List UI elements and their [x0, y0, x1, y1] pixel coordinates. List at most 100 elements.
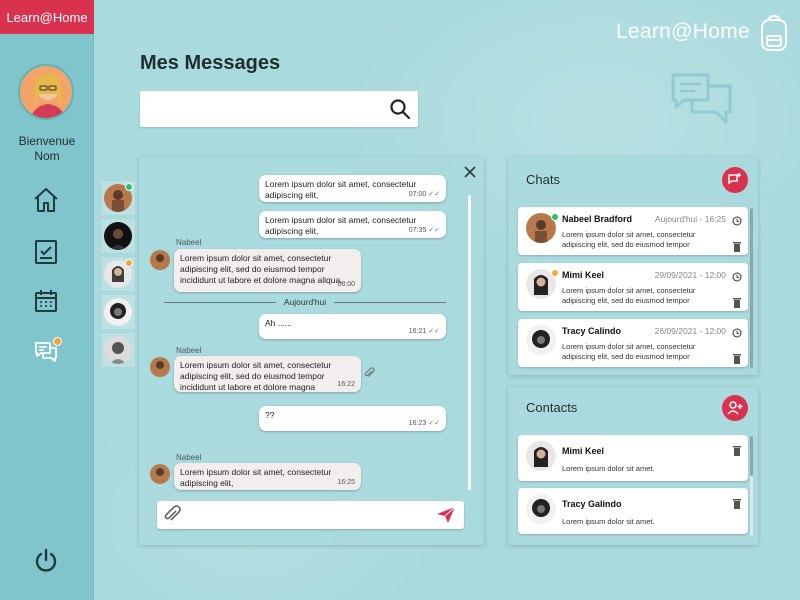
chat-watermark-icon: [668, 70, 738, 132]
clock-icon: [732, 325, 742, 338]
compose-bar: [157, 501, 464, 529]
contact-name: Tracy Galindo: [562, 499, 622, 509]
add-contact-button[interactable]: [722, 395, 748, 421]
clock-icon: [732, 213, 742, 226]
message-text: Lorem ipsum dolor sit amet, consectetur …: [265, 179, 417, 200]
conversation-avatar[interactable]: [100, 218, 136, 254]
contacts-scrollbar[interactable]: [750, 436, 753, 536]
contact-preview: Lorem ipsum dolor sit amet.: [562, 517, 655, 526]
message-incoming: Lorem ipsum dolor sit amet, consectetur …: [174, 463, 361, 490]
day-separator: Aujourd'hui: [164, 296, 447, 308]
message-time: 16:23: [408, 420, 427, 427]
sender-name: Nabeel: [176, 238, 202, 247]
contacts-title: Contacts: [526, 400, 578, 415]
message-text: Ah ......: [265, 318, 292, 328]
message-text: Lorem ipsum dolor sit amet, consectetur …: [180, 253, 343, 285]
chat-name: Mimi Keel: [562, 270, 605, 280]
message-time: 07:00: [408, 191, 427, 198]
conversation-scrollbar[interactable]: [468, 195, 471, 490]
chats-title: Chats: [526, 172, 560, 187]
trash-icon[interactable]: [732, 443, 742, 456]
page-title: Mes Messages: [140, 52, 281, 74]
contact-item[interactable]: Mimi Keel Lorem ipsum dolor sit amet.: [518, 435, 748, 481]
sidebar: Learn@Home Bienvenue Nom: [0, 0, 94, 600]
conversation-avatar[interactable]: [100, 332, 136, 368]
online-indicator: [551, 213, 559, 221]
message-time: 16:21: [408, 328, 427, 335]
read-ticks-icon: ✓✓: [428, 191, 440, 198]
attachment-icon[interactable]: [363, 366, 375, 380]
chat-preview: Lorem ipsum dolor sit amet, consectetur …: [562, 286, 696, 305]
search-input[interactable]: [140, 91, 380, 127]
send-icon[interactable]: [436, 506, 456, 524]
chat-preview: Lorem ipsum dolor sit amet, consectetur …: [562, 342, 696, 361]
read-ticks-icon: ✓✓: [428, 227, 440, 234]
chat-name: Tracy Calindo: [562, 326, 622, 336]
search-bar: [140, 91, 418, 127]
conversation-avatar[interactable]: [100, 180, 136, 216]
calendar-icon[interactable]: [30, 285, 62, 317]
message-text: Lorem ipsum dolor sit amet, consectetur …: [180, 467, 332, 488]
away-indicator: [551, 269, 559, 277]
sender-name: Nabeel: [176, 453, 202, 462]
messages-icon[interactable]: [30, 336, 62, 368]
home-icon[interactable]: [30, 184, 62, 216]
clock-icon: [732, 269, 742, 282]
chat-date: 26/09/2021 - 12:00: [654, 326, 726, 336]
close-icon[interactable]: [462, 164, 478, 180]
user-avatar[interactable]: [18, 64, 74, 120]
header-brand: Learn@Home: [615, 20, 750, 43]
contact-preview: Lorem ipsum dolor sit amet.: [562, 464, 655, 473]
sender-avatar: [150, 357, 170, 377]
message-time: 08:00: [337, 281, 355, 288]
read-ticks-icon: ✓✓: [428, 328, 440, 335]
conversation-avatar[interactable]: [100, 294, 136, 330]
message-outgoing: Lorem ipsum dolor sit amet, consectetur …: [259, 211, 446, 238]
chat-item[interactable]: Tracy Calindo 26/09/2021 - 12:00 Lorem i…: [518, 319, 748, 367]
chat-item[interactable]: Nabeel Bradford Aujourd'hui - 16:25 Lore…: [518, 207, 748, 255]
message-text: ??: [265, 410, 275, 420]
trash-icon[interactable]: [732, 239, 742, 252]
message-time: 16:22: [337, 381, 355, 388]
welcome-label: Bienvenue: [18, 134, 76, 148]
search-icon[interactable]: [388, 97, 412, 121]
sender-avatar: [150, 250, 170, 270]
backpack-icon[interactable]: [757, 14, 791, 54]
away-indicator: [125, 259, 133, 267]
read-ticks-icon: ✓✓: [428, 420, 440, 427]
message-input[interactable]: [187, 501, 427, 529]
message-incoming: Lorem ipsum dolor sit amet, consectetur …: [174, 249, 361, 292]
contact-name: Mimi Keel: [562, 446, 605, 456]
chat-item[interactable]: Mimi Keel 29/09/2021 - 12:00 Lorem ipsum…: [518, 263, 748, 311]
trash-icon[interactable]: [732, 351, 742, 364]
user-name: Nom: [34, 149, 60, 163]
message-outgoing: Lorem ipsum dolor sit amet, consectetur …: [259, 175, 446, 202]
message-outgoing: ?? 16:23 ✓✓: [259, 406, 446, 431]
brand-tag[interactable]: Learn@Home: [0, 0, 94, 34]
day-separator-label: Aujourd'hui: [283, 297, 327, 307]
new-chat-button[interactable]: [722, 167, 748, 193]
message-time: 07:35: [408, 227, 427, 234]
messages-badge: [53, 337, 62, 346]
power-icon[interactable]: [30, 544, 62, 576]
conversation-avatar[interactable]: [100, 256, 136, 292]
chat-preview: Lorem ipsum dolor sit amet, consectetur …: [562, 230, 696, 249]
chats-scrollbar[interactable]: [750, 208, 753, 368]
chat-date: 29/09/2021 - 12:00: [654, 270, 726, 280]
conversation-avatar-strip: [100, 180, 138, 368]
contact-item[interactable]: Tracy Galindo Lorem ipsum dolor sit amet…: [518, 488, 748, 534]
welcome-text: Bienvenue Nom: [0, 134, 94, 164]
message-time: 16:25: [337, 479, 355, 486]
message-text: Lorem ipsum dolor sit amet, consectetur …: [265, 215, 417, 236]
trash-icon[interactable]: [732, 496, 742, 509]
message-incoming: Lorem ipsum dolor sit amet, consectetur …: [174, 356, 361, 392]
chat-name: Nabeel Bradford: [562, 214, 633, 224]
attach-icon[interactable]: [162, 505, 182, 525]
trash-icon[interactable]: [732, 295, 742, 308]
message-text: Lorem ipsum dolor sit amet, consectetur …: [180, 360, 332, 392]
sender-name: Nabeel: [176, 346, 202, 355]
checklist-icon[interactable]: [30, 236, 62, 268]
online-indicator: [125, 183, 133, 191]
message-outgoing: Ah ...... 16:21 ✓✓: [259, 314, 446, 339]
chat-date: Aujourd'hui - 16:25: [654, 214, 726, 224]
